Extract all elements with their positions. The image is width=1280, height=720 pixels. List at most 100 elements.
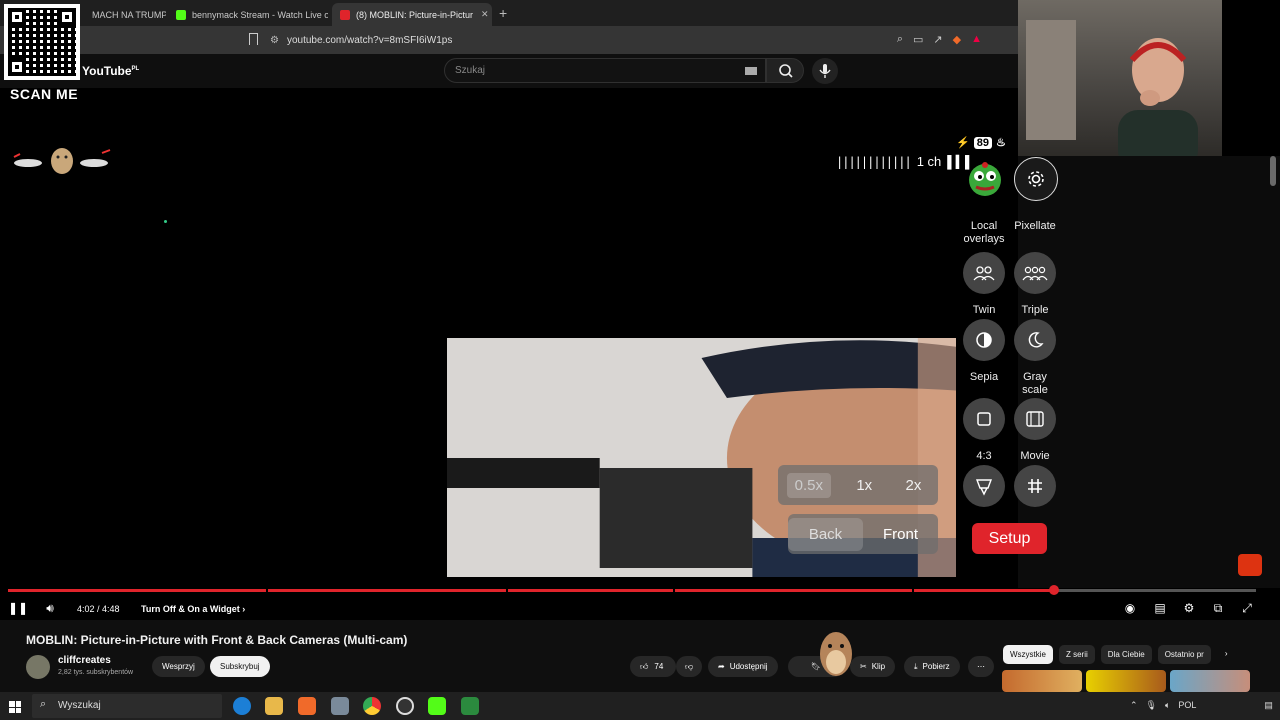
progress-scrubber[interactable] [1048, 585, 1059, 595]
zoom-1x-button[interactable]: 1x [848, 473, 880, 498]
zoom-0-5x-button[interactable]: 0.5x [786, 472, 832, 498]
twin-effect[interactable]: Twin [956, 252, 1012, 317]
youtube-logo[interactable]: YouTubePL [82, 64, 139, 78]
movie-button[interactable] [1014, 398, 1056, 440]
kick-app-icon[interactable] [428, 697, 446, 715]
tab-label: (8) MOBLIN: Picture-in-Pictur [356, 9, 474, 20]
video-thumbnail[interactable] [1086, 670, 1166, 692]
movie-label: Movie [1020, 450, 1050, 462]
notification-icon[interactable]: ▤ [1264, 700, 1273, 711]
chapter-title[interactable]: Turn Off & On a Widget › [141, 604, 245, 614]
pause-icon[interactable]: ❚❚ [8, 600, 28, 616]
pepe-emote [969, 162, 1001, 196]
grayscale-button[interactable] [1014, 319, 1056, 361]
ratio-button[interactable] [963, 398, 1005, 440]
language-indicator[interactable]: POL [1178, 700, 1196, 711]
chip-recent[interactable]: Ostatnio pr [1157, 645, 1211, 664]
zoom-icon[interactable]: ⌕ [897, 33, 903, 46]
dislike-button[interactable]: 👎︎ [676, 656, 702, 677]
local-overlays-effect[interactable]: Local overlays [956, 220, 1012, 246]
channel-avatar[interactable] [26, 655, 50, 679]
voice-search-button[interactable] [812, 58, 838, 84]
subscribe-button[interactable]: Subskrybuj [210, 656, 270, 677]
search-button[interactable] [766, 58, 804, 83]
front-camera-button[interactable]: Front [863, 518, 938, 551]
whirlpool-button[interactable] [963, 465, 1005, 507]
clip-button[interactable]: ✂ Klip [850, 656, 896, 677]
video-thumbnail[interactable] [1002, 670, 1082, 692]
triple-button[interactable] [1014, 252, 1056, 294]
grid-button[interactable] [1014, 465, 1056, 507]
triple-effect[interactable]: Triple [1007, 252, 1063, 317]
streamer-figure [1118, 38, 1198, 156]
like-button[interactable]: 👍︎ 74 [630, 656, 676, 677]
brave-shield-icon[interactable]: ◆ [953, 33, 961, 46]
subscribe-watermark-icon[interactable] [1238, 554, 1262, 576]
ratio-effect[interactable]: 4:3 [956, 398, 1012, 463]
brave-rewards-icon[interactable]: ▲ [971, 33, 982, 46]
video-thumbnail[interactable] [1170, 670, 1250, 692]
search-input[interactable]: Szukaj [444, 58, 766, 83]
keyboard-icon[interactable] [745, 67, 757, 75]
page-scrollbar[interactable] [1270, 156, 1276, 186]
grid-effect[interactable] [1007, 465, 1063, 507]
speaker-icon[interactable]: 🔈︎ [1165, 700, 1170, 711]
site-settings-icon[interactable]: ⚙ [270, 35, 279, 46]
support-button[interactable]: Wesprzyj [152, 656, 205, 677]
tab-mach-na-trumpa[interactable]: MACH NA TRUMPA [84, 3, 166, 26]
grayscale-effect[interactable]: Gray scale [1007, 319, 1063, 397]
flame-icon: ♨ [995, 137, 1006, 149]
settings-gear-icon[interactable]: ⚙ [1181, 600, 1197, 616]
download-button[interactable]: ⤓ Pobierz [904, 656, 960, 677]
tab-label: MACH NA TRUMPA [92, 9, 166, 20]
settings-button[interactable] [1014, 157, 1058, 201]
back-camera-button[interactable]: Back [788, 517, 863, 551]
chip-from-series[interactable]: Z serii [1059, 645, 1095, 664]
mic-tray-icon[interactable]: 🎙︎ [1146, 700, 1157, 711]
recommendation-chips: Wszystkie Z serii Dla Ciebie Ostatnio pr… [1003, 645, 1236, 664]
audio-meter: |||||||||||| 1 ch ▌▍▌ [836, 154, 974, 169]
tab-youtube-active[interactable]: (8) MOBLIN: Picture-in-Pictur ✕ [332, 3, 492, 26]
more-actions-button[interactable]: ⋯ [968, 656, 994, 677]
zoom-2x-button[interactable]: 2x [897, 473, 929, 498]
video-progress-bar[interactable] [8, 585, 1256, 595]
movie-effect[interactable]: Movie [1007, 398, 1063, 463]
sepia-effect[interactable]: Sepia [956, 319, 1012, 384]
share-icon[interactable]: ↗ [933, 33, 942, 46]
thumbs-up-icon: 👍︎ [640, 661, 649, 671]
whirlpool-effect[interactable] [956, 465, 1012, 507]
chip-all[interactable]: Wszystkie [1003, 645, 1053, 664]
cast-icon[interactable]: ▭ [913, 33, 923, 46]
chip-for-you[interactable]: Dla Ciebie [1100, 645, 1152, 664]
chevron-up-icon[interactable]: ⌃ [1130, 700, 1138, 711]
streaming-app-icon[interactable] [461, 697, 479, 715]
subtitles-icon[interactable]: ▤ [1152, 600, 1168, 616]
autoplay-toggle-icon[interactable]: ◉ [1122, 600, 1138, 616]
taskbar-search[interactable]: ⌕ Wyszukaj [32, 694, 222, 718]
obs-icon[interactable] [396, 697, 414, 715]
volume-icon[interactable]: 🔊︎ [42, 600, 58, 616]
chrome-icon[interactable] [363, 697, 381, 715]
edge-icon[interactable] [233, 697, 251, 715]
sepia-button[interactable] [963, 319, 1005, 361]
bookmark-icon[interactable] [249, 33, 258, 45]
channel-name[interactable]: cliffcreates [58, 655, 111, 666]
share-button[interactable]: ➦ Udostępnij [708, 656, 778, 677]
miniplayer-icon[interactable]: ⧉ [1210, 600, 1226, 616]
url-field[interactable]: ⚙ youtube.com/watch?v=8mSFI6iW1ps [270, 31, 990, 49]
tab-kick-stream[interactable]: bennymack Stream - Watch Live on K [168, 3, 328, 26]
qr-pattern [8, 8, 76, 76]
fullscreen-icon[interactable]: ⤢ [1239, 600, 1255, 616]
pixellate-effect[interactable]: Pixellate [1007, 220, 1063, 233]
share-arrow-icon: ➦ [718, 662, 725, 671]
file-explorer-icon[interactable] [265, 697, 283, 715]
close-tab-icon[interactable]: ✕ [481, 9, 489, 20]
twin-button[interactable] [963, 252, 1005, 294]
windows-start-icon[interactable] [9, 701, 21, 713]
chevron-right-icon[interactable]: › [1217, 645, 1236, 664]
brave-icon[interactable] [298, 697, 316, 715]
setup-button[interactable]: Setup [972, 523, 1047, 554]
app-icon[interactable] [331, 697, 349, 715]
new-tab-icon[interactable]: + [499, 5, 507, 21]
video-dot [164, 220, 167, 223]
